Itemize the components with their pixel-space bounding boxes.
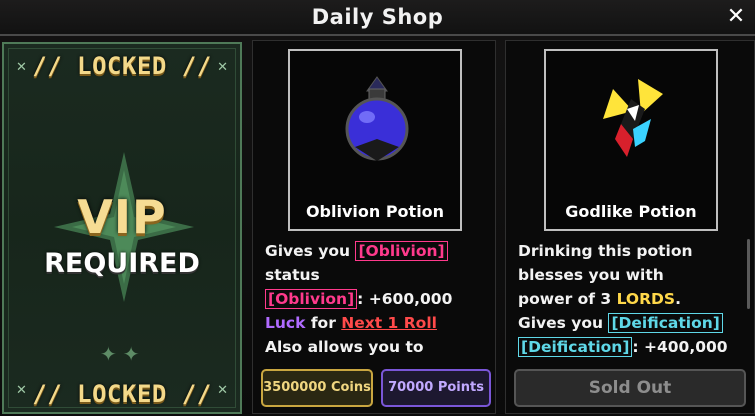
buy-with-points-button[interactable]: 70000 Points	[381, 369, 491, 407]
oblivion-tag: [Oblivion]	[265, 289, 358, 309]
vip-locked-panel: ✕ ✕ // LOCKED // VIP REQUIRED ✦✦ ✕ ✕ // …	[2, 42, 242, 414]
window-title: Daily Shop	[311, 5, 444, 29]
description-scrollbar[interactable]	[747, 239, 750, 309]
close-button[interactable]: ✕	[723, 4, 749, 30]
desc-text: for	[305, 314, 342, 332]
item-description: Drinking this potion blesses you with po…	[518, 239, 748, 359]
title-bar: Daily Shop ✕	[0, 0, 755, 36]
luck-text: Luck	[265, 314, 306, 332]
oblivion-potion-icon	[345, 76, 409, 161]
sparkle-icons: ✦✦	[100, 342, 146, 366]
vip-required-label: REQUIRED	[44, 248, 200, 279]
item-name: Godlike Potion	[565, 202, 697, 221]
desc-text: Drinking this potion	[518, 242, 693, 260]
desc-text: Gives you	[265, 242, 356, 260]
desc-text: Also allows you to	[265, 338, 424, 356]
oblivion-tag: [Oblivion]	[355, 241, 448, 261]
shop-item-godlike-potion: Godlike Potion Drinking this potion bles…	[505, 40, 755, 414]
locked-label-top: // LOCKED //	[32, 52, 212, 80]
desc-text: .	[675, 290, 681, 308]
desc-text: status	[265, 266, 320, 284]
next-roll-text: Next 1 Roll	[341, 314, 437, 332]
desc-text: blesses you with	[518, 266, 664, 284]
daily-shop-window: Daily Shop ✕ ✕ ✕ // LOCKED // VIP REQUIR…	[0, 0, 755, 416]
desc-text: power of 3	[518, 290, 617, 308]
lords-text: LORDS	[616, 290, 676, 308]
godlike-potion-icon	[603, 79, 663, 157]
desc-text: : +400,000	[632, 338, 728, 356]
shop-item-oblivion-potion: Oblivion Potion Gives you [Oblivion] sta…	[252, 40, 496, 414]
item-name: Oblivion Potion	[305, 202, 445, 221]
vip-label: VIP	[77, 190, 167, 244]
desc-text: : +600,000	[357, 290, 453, 308]
sold-out-button: Sold Out	[514, 369, 746, 407]
locked-label-bottom: // LOCKED //	[32, 380, 212, 408]
deification-tag: [Deification]	[518, 337, 633, 357]
item-description: Gives you [Oblivion] status [Oblivion]: …	[265, 239, 489, 359]
deification-tag: [Deification]	[608, 313, 723, 333]
item-image-frame[interactable]: Godlike Potion	[544, 49, 718, 231]
item-image-frame[interactable]: Oblivion Potion	[288, 49, 462, 231]
buy-with-coins-button[interactable]: 3500000 Coins	[261, 369, 373, 407]
desc-text: Gives you	[518, 314, 609, 332]
